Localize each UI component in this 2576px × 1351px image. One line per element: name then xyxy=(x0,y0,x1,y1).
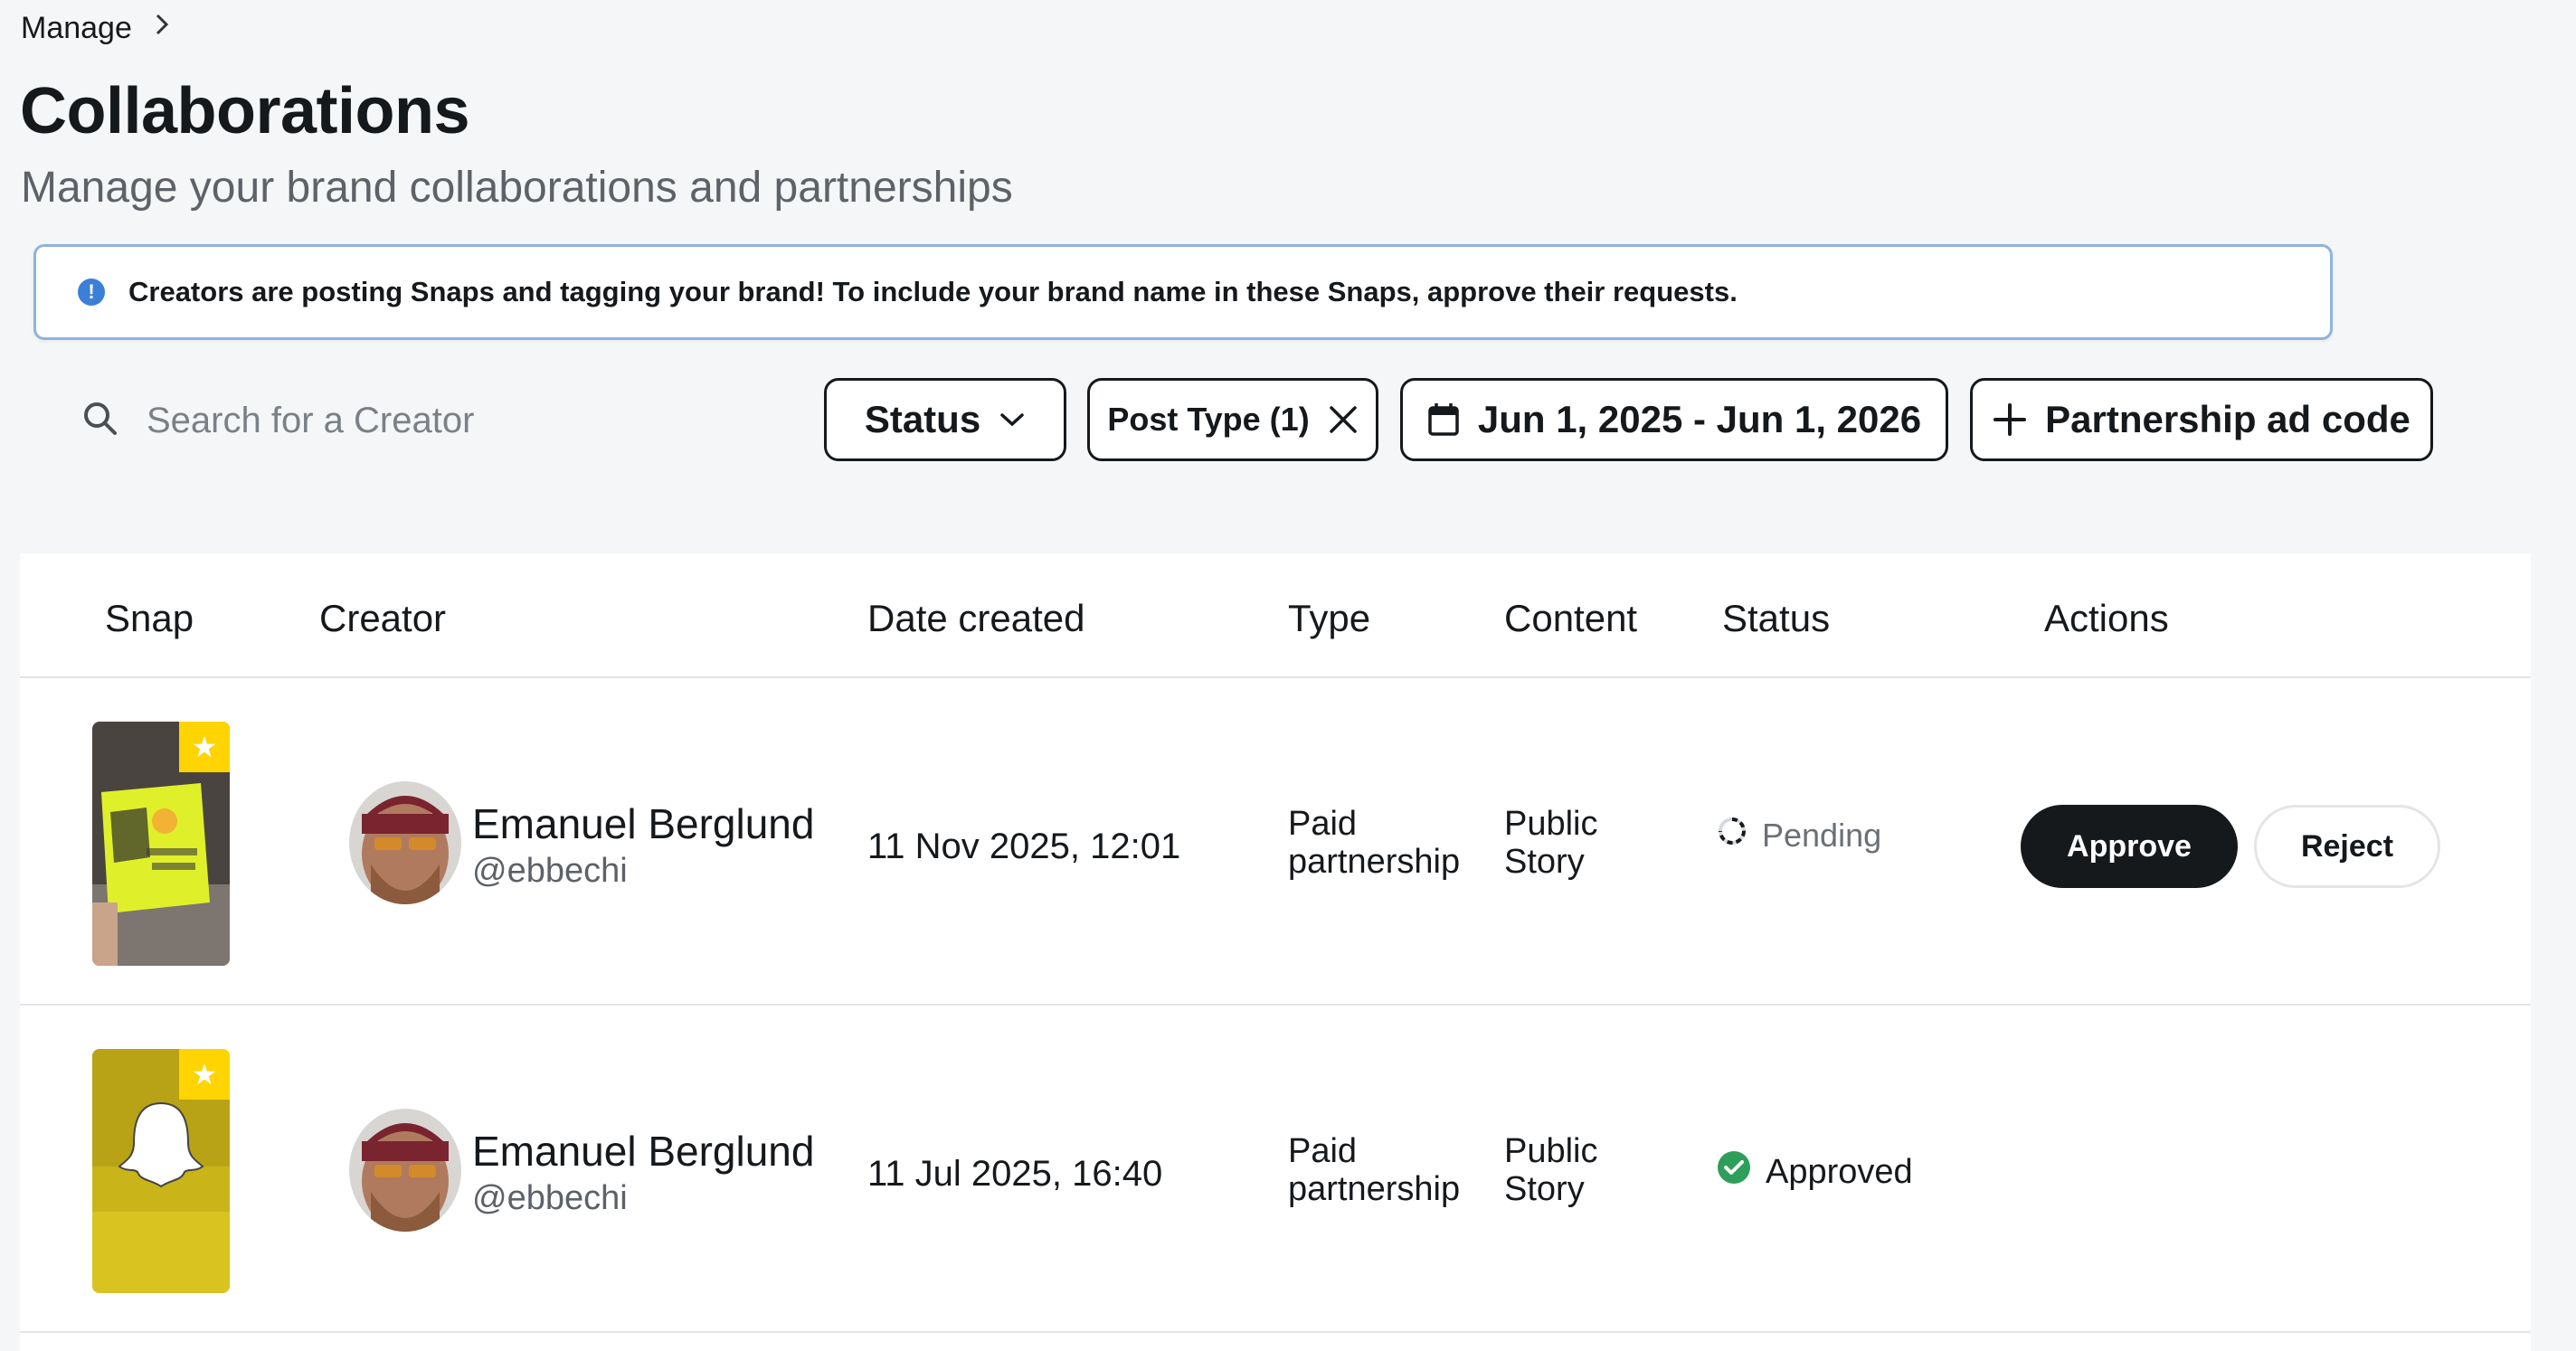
content-type: Public Story xyxy=(1504,805,1598,881)
chevron-down-icon xyxy=(999,411,1026,429)
info-banner: ! Creators are posting Snaps and tagging… xyxy=(33,244,2333,340)
post-type-filter-label: Post Type (1) xyxy=(1107,401,1310,438)
creator-search xyxy=(81,393,780,448)
collab-type: Paid partnership xyxy=(1288,1132,1460,1208)
search-input[interactable] xyxy=(147,400,780,441)
collaborations-page: Manage Collaborations Manage your brand … xyxy=(0,0,2576,1351)
plus-icon xyxy=(1993,402,2027,437)
pending-spinner-icon xyxy=(1717,816,1747,855)
check-circle-icon xyxy=(1717,1150,1751,1194)
content-type-line1: Public xyxy=(1504,1132,1598,1170)
page-subtitle: Manage your brand collaborations and par… xyxy=(21,164,1013,212)
creator-handle: @ebbechi xyxy=(472,1179,628,1217)
status-label: Approved xyxy=(1766,1152,1913,1191)
content-type: Public Story xyxy=(1504,1132,1598,1208)
chevron-right-icon xyxy=(154,13,170,43)
info-banner-text: Creators are posting Snaps and tagging y… xyxy=(128,276,1738,307)
partnership-ad-code-label: Partnership ad code xyxy=(2045,398,2410,440)
creator-name[interactable]: Emanuel Berglund xyxy=(472,1127,814,1176)
close-icon[interactable] xyxy=(1328,404,1359,435)
table-row: ★ Emanuel Berglund @ebbechi 11 Nov 2025,… xyxy=(20,680,2531,1006)
avatar xyxy=(349,1109,461,1232)
collaborations-table: Snap Creator Date created Type Content S… xyxy=(20,553,2531,1351)
table-header: Snap Creator Date created Type Content S… xyxy=(20,553,2531,678)
content-type-line1: Public xyxy=(1504,805,1598,843)
column-header-creator: Creator xyxy=(319,597,447,639)
column-header-content: Content xyxy=(1504,597,1638,639)
breadcrumb: Manage xyxy=(21,11,170,46)
column-header-actions: Actions xyxy=(2044,597,2169,639)
column-header-snap: Snap xyxy=(105,597,194,639)
creator-name[interactable]: Emanuel Berglund xyxy=(472,799,814,848)
calendar-icon xyxy=(1427,402,1460,437)
snap-thumbnail[interactable]: ★ xyxy=(92,722,230,966)
date-created: 11 Jul 2025, 16:40 xyxy=(867,1154,1163,1194)
post-type-filter-chip[interactable]: Post Type (1) xyxy=(1087,378,1378,461)
content-type-line2: Story xyxy=(1504,1170,1585,1208)
status-filter-dropdown[interactable]: Status xyxy=(824,378,1066,461)
star-icon: ★ xyxy=(179,1049,230,1100)
table-row: ★ Emanuel Berglund @ebbechi 11 Jul 2025,… xyxy=(20,1007,2531,1333)
collab-type-line2: partnership xyxy=(1288,1170,1461,1208)
snap-thumbnail[interactable]: ★ xyxy=(92,1049,230,1293)
breadcrumb-manage-link[interactable]: Manage xyxy=(21,11,132,46)
date-created: 11 Nov 2025, 12:01 xyxy=(867,827,1181,866)
partnership-ad-code-button[interactable]: Partnership ad code xyxy=(1970,378,2433,461)
avatar xyxy=(349,781,461,904)
status-pending: Pending xyxy=(1717,816,1881,855)
collab-type-line2: partnership xyxy=(1288,843,1461,881)
star-icon: ★ xyxy=(179,722,230,772)
collab-type-line1: Paid xyxy=(1288,805,1358,843)
reject-button[interactable]: Reject xyxy=(2254,805,2440,888)
date-range-picker[interactable]: Jun 1, 2025 - Jun 1, 2026 xyxy=(1400,378,1948,461)
approve-button[interactable]: Approve xyxy=(2021,805,2238,888)
creator-handle: @ebbechi xyxy=(472,852,628,890)
info-icon: ! xyxy=(78,279,105,306)
status-filter-label: Status xyxy=(864,398,981,440)
column-header-status: Status xyxy=(1722,597,1831,639)
column-header-date-created[interactable]: Date created xyxy=(867,597,1084,640)
date-range-label: Jun 1, 2025 - Jun 1, 2026 xyxy=(1477,398,1922,440)
collab-type: Paid partnership xyxy=(1288,805,1460,881)
search-icon xyxy=(81,400,119,442)
content-type-line2: Story xyxy=(1504,843,1585,881)
page-title: Collaborations xyxy=(20,75,470,147)
status-approved: Approved xyxy=(1717,1150,1913,1194)
column-header-type: Type xyxy=(1288,597,1371,639)
status-label: Pending xyxy=(1762,816,1882,854)
collab-type-line1: Paid xyxy=(1288,1132,1358,1170)
